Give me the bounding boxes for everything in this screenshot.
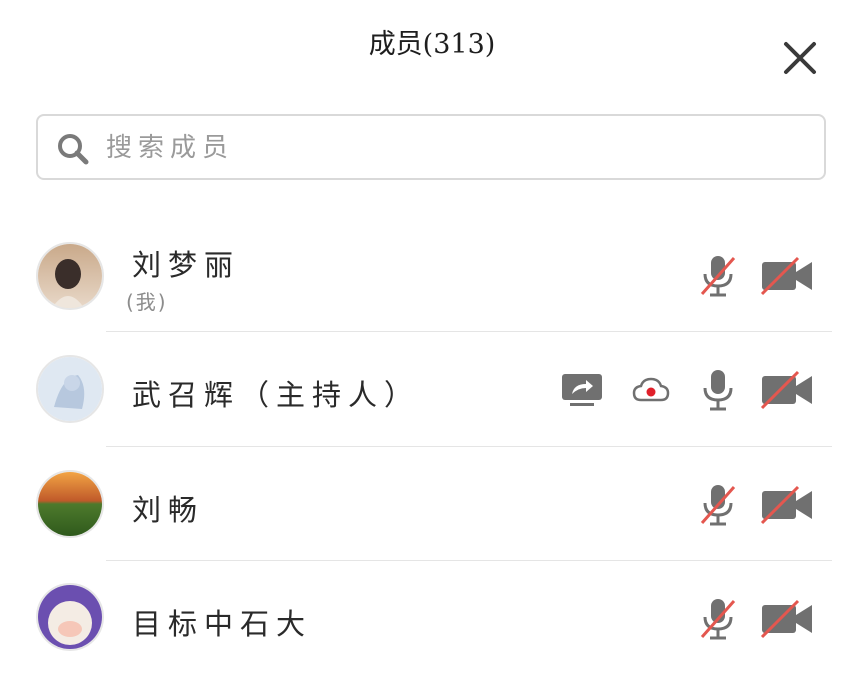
- video-off-icon[interactable]: [760, 256, 814, 296]
- member-name: 武召辉（主持人）: [132, 378, 421, 412]
- member-row[interactable]: 刘畅: [0, 447, 864, 561]
- member-row[interactable]: 刘梦丽 (我): [0, 218, 864, 332]
- search-icon: [58, 134, 89, 165]
- avatar: [36, 355, 104, 423]
- member-name: 目标中石大: [132, 607, 313, 641]
- mic-muted-icon[interactable]: [698, 597, 738, 641]
- cloud-record-icon: [632, 377, 670, 402]
- member-name: 刘畅: [132, 493, 205, 527]
- mic-icon[interactable]: [698, 368, 738, 412]
- member-row[interactable]: 目标中石大: [0, 561, 864, 675]
- avatar: [36, 470, 104, 538]
- search-input[interactable]: [104, 124, 808, 172]
- member-row[interactable]: 武召辉（主持人）: [0, 332, 864, 446]
- video-off-icon[interactable]: [760, 370, 814, 410]
- close-icon: [784, 42, 816, 74]
- avatar: [36, 583, 104, 651]
- screen-share-icon: [562, 374, 602, 406]
- search-box[interactable]: [36, 114, 826, 180]
- close-button[interactable]: [778, 36, 822, 80]
- mic-muted-icon[interactable]: [698, 483, 738, 527]
- page-title: 成员(313): [368, 29, 496, 60]
- header: 成员(313): [0, 0, 864, 90]
- video-off-icon[interactable]: [760, 485, 814, 525]
- avatar: [36, 242, 104, 310]
- member-self-tag: (我): [126, 290, 168, 314]
- mic-muted-icon[interactable]: [698, 254, 738, 298]
- member-name: 刘梦丽: [132, 248, 241, 282]
- video-off-icon[interactable]: [760, 599, 814, 639]
